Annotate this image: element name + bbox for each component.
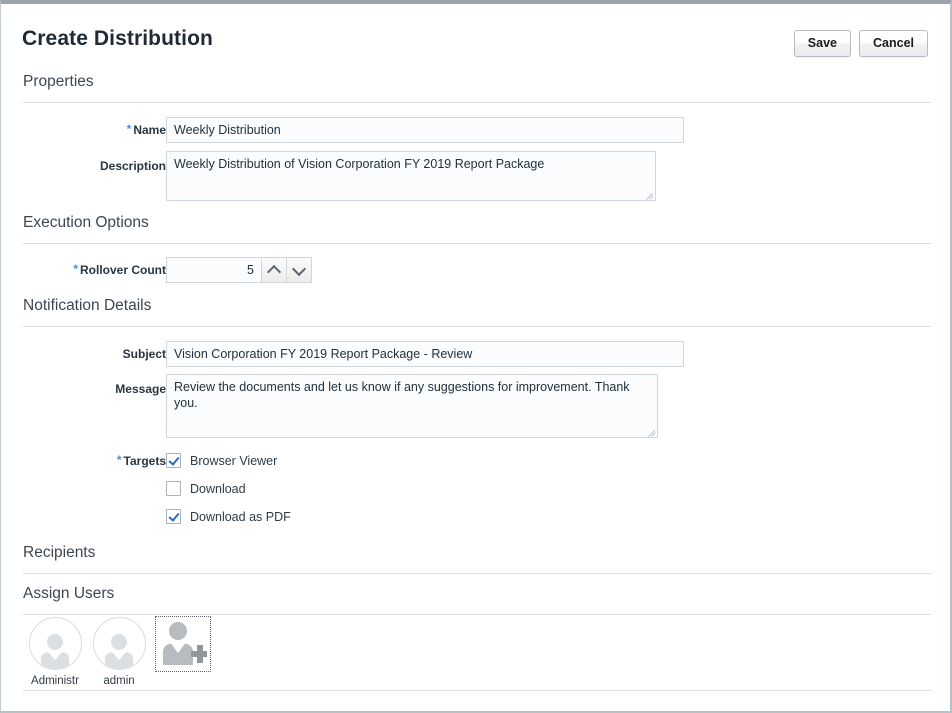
rollover-count-spinner[interactable] <box>166 257 312 283</box>
cancel-button[interactable]: Cancel <box>859 30 928 57</box>
checkbox-browser-viewer[interactable] <box>166 453 181 468</box>
section-divider-notification-details <box>23 326 931 327</box>
chevron-down-icon <box>292 261 306 275</box>
assigned-users-list: Administr admin <box>27 617 211 687</box>
avatar-label: admin <box>103 675 134 687</box>
rollover-count-label-text: Rollover Count <box>80 263 166 277</box>
page-action-bar: Save Cancel <box>794 30 928 57</box>
add-user-icon <box>159 621 207 667</box>
page-title: Create Distribution <box>22 27 213 51</box>
target-option-download-as-pdf[interactable]: Download as PDF <box>166 509 291 524</box>
message-textarea[interactable]: Review the documents and let us know if … <box>166 374 658 438</box>
required-indicator: * <box>127 122 132 136</box>
name-input[interactable] <box>166 117 684 143</box>
description-field-label: Description <box>61 159 166 173</box>
section-header-recipients: Recipients <box>23 544 95 562</box>
page-bottom-divider <box>23 690 931 691</box>
message-field-label: Message <box>56 382 166 396</box>
required-indicator: * <box>73 262 78 276</box>
section-header-assign-users: Assign Users <box>23 585 114 603</box>
section-header-properties: Properties <box>23 73 94 91</box>
add-user-button[interactable] <box>155 616 211 672</box>
checkbox-label-browser-viewer: Browser Viewer <box>190 454 277 468</box>
targets-label-text: Targets <box>124 454 166 468</box>
name-field-label: *Name <box>61 123 166 137</box>
rollover-count-input[interactable] <box>167 258 261 282</box>
checkbox-label-download-as-pdf: Download as PDF <box>190 510 291 524</box>
rollover-count-decrement-button[interactable] <box>286 258 311 282</box>
list-item[interactable]: Administr <box>27 617 83 687</box>
create-distribution-page: Create Distribution Save Cancel Properti… <box>0 0 952 713</box>
checkbox-download[interactable] <box>166 481 181 496</box>
list-item[interactable]: admin <box>91 617 147 687</box>
rollover-count-label: *Rollover Count <box>51 263 166 277</box>
section-divider-recipients <box>23 573 931 574</box>
name-label-text: Name <box>133 123 166 137</box>
user-silhouette-icon <box>35 629 75 669</box>
rollover-count-increment-button[interactable] <box>261 258 286 282</box>
targets-field-label: *Targets <box>56 454 166 468</box>
avatar-label: Administr <box>31 675 79 687</box>
section-divider-properties <box>23 102 931 103</box>
user-silhouette-icon <box>99 629 139 669</box>
chevron-up-icon <box>267 264 281 278</box>
save-button[interactable]: Save <box>794 30 851 57</box>
avatar[interactable] <box>29 617 82 670</box>
subject-input[interactable] <box>166 341 684 367</box>
required-indicator: * <box>117 453 122 467</box>
avatar[interactable] <box>93 617 146 670</box>
target-option-download[interactable]: Download <box>166 481 246 496</box>
checkbox-label-download: Download <box>190 482 246 496</box>
section-divider-assign-users <box>23 614 931 615</box>
section-header-execution-options: Execution Options <box>23 214 149 232</box>
description-textarea[interactable]: Weekly Distribution of Vision Corporatio… <box>166 151 656 201</box>
section-divider-execution-options <box>23 243 931 244</box>
subject-field-label: Subject <box>56 347 166 361</box>
section-header-notification-details: Notification Details <box>23 297 151 315</box>
checkbox-download-as-pdf[interactable] <box>166 509 181 524</box>
target-option-browser-viewer[interactable]: Browser Viewer <box>166 453 277 468</box>
